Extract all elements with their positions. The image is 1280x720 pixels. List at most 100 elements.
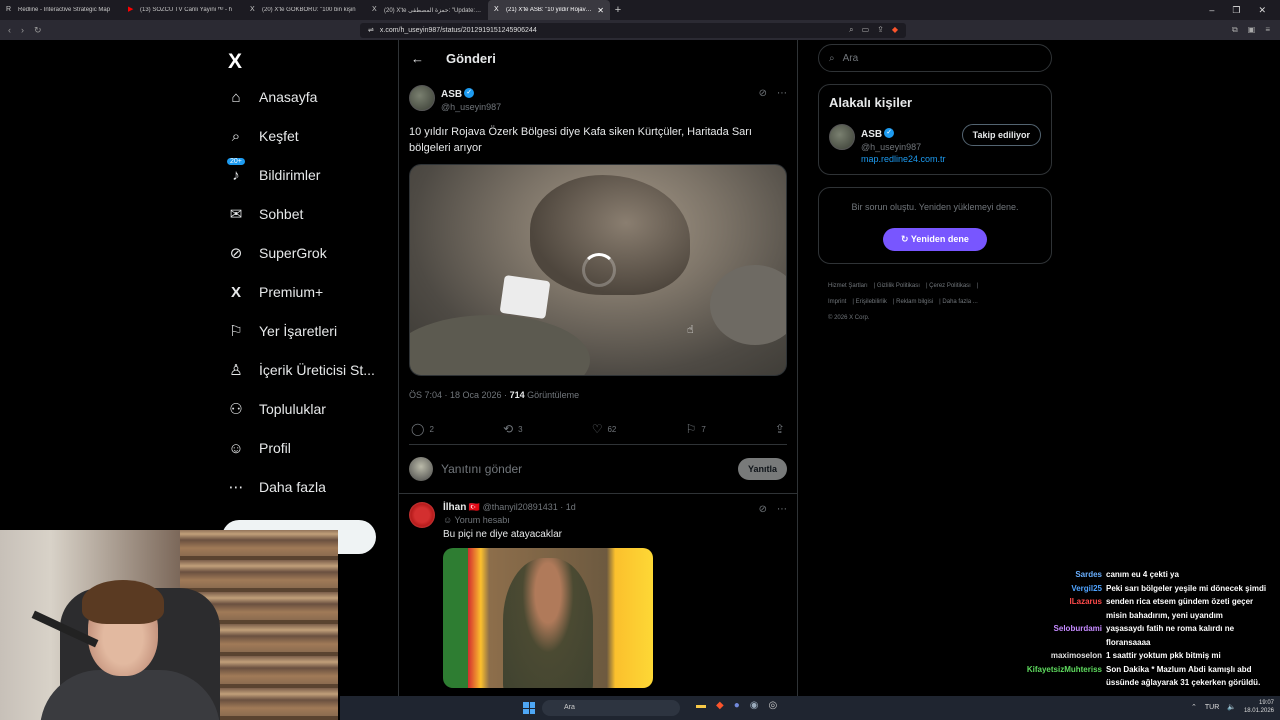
reply-image[interactable] [443, 548, 653, 688]
x-favicon-icon: X [372, 6, 377, 13]
verified-badge-icon: ✓ [884, 127, 895, 138]
video-ice-cube [499, 274, 551, 320]
nav-supergrok[interactable]: ⊘ SuperGrok [227, 244, 327, 262]
footer-link[interactable]: Gizlilik Politikası [877, 283, 920, 289]
avatar[interactable] [409, 85, 435, 111]
avatar[interactable] [829, 124, 855, 150]
browser-tab-hamza[interactable]: X (20) X'te حمزة المصطفى: "Update: Bo [366, 0, 488, 20]
wallet-icon[interactable]: ▣ [1248, 25, 1256, 35]
error-panel: Bir sorun oluştu. Yeniden yüklemeyi dene… [818, 187, 1052, 264]
forward-icon[interactable]: › [21, 25, 24, 36]
site-info-icon[interactable]: ⇌ [368, 26, 374, 34]
address-field[interactable]: ⇌ x.com/h_useyin987/status/2012919151245… [360, 22, 906, 38]
nav-explore[interactable]: ⌕ Keşfet [227, 127, 299, 145]
brave-shield-icon[interactable]: ◆ [892, 25, 898, 35]
main-tweet: ASB ✓ @h_useyin987 ⊘ ⋯ 10 yıldır Rojava Öz… [399, 76, 797, 445]
page-title: Gönderi [446, 50, 496, 66]
footer-link[interactable]: Çerez Politikası [929, 283, 971, 289]
search-input[interactable]: ⌕ Ara [818, 44, 1052, 72]
grok-icon[interactable]: ⊘ [759, 504, 767, 515]
following-button[interactable]: Takip ediliyor [961, 124, 1041, 146]
file-explorer-icon[interactable]: ▬ [696, 700, 706, 711]
nav-more[interactable]: ⋯ Daha fazla [227, 478, 326, 496]
x-logo-icon[interactable]: X [228, 50, 242, 74]
reply-button[interactable]: ◯ 2 [411, 422, 434, 436]
nav-creator-studio[interactable]: ♙ İçerik Üreticisi St... [227, 361, 375, 379]
author-handle[interactable]: @h_useyin987 [441, 102, 501, 112]
tweet-timestamp[interactable]: ÖS 7:04 · 18 Oca 2026 · [409, 390, 510, 400]
chat-message: KifayetsizMuhteriss Son Dakika * Mazlum A… [1026, 664, 1261, 688]
author-name[interactable]: ASB [441, 89, 462, 100]
close-tab-icon[interactable]: ✕ [597, 6, 604, 15]
clock[interactable]: 19:07 18.01.2026 [1244, 699, 1274, 715]
screen-icon[interactable]: ▭ [862, 25, 870, 35]
repost-button[interactable]: ⟲ 3 [503, 422, 523, 436]
reload-icon[interactable]: ↻ [34, 25, 42, 36]
share-button[interactable]: ⇪ [775, 422, 785, 436]
volume-icon[interactable]: 🔈 [1227, 703, 1236, 711]
nav-premium[interactable]: X Premium+ [227, 283, 323, 301]
steam-icon[interactable]: ◉ [750, 700, 759, 711]
reply-input[interactable]: Yanıtını gönder [441, 462, 730, 476]
new-tab-button[interactable]: + [610, 4, 626, 16]
more-options-icon[interactable]: ⋯ [777, 504, 787, 515]
browser-tab-gokboru[interactable]: X (20) X'te GÖKBÖRÜ: "100 bin kişin [244, 0, 366, 20]
nav-notifications[interactable]: ♪ 20+ Bildirimler [227, 158, 320, 184]
nav-bookmarks[interactable]: ⚐ Yer İşaretleri [227, 322, 337, 340]
reply-author-handle[interactable]: @thanyil20891431 · 1d [483, 502, 576, 512]
related-person[interactable]: ASB ✓ @h_useyin987 map.redline24.com.tr T… [829, 124, 1041, 164]
like-button[interactable]: ♡ 62 [592, 422, 617, 436]
refresh-icon: ↻ [901, 234, 909, 244]
browser-tab-sozcu[interactable]: ▶ (13) SÖZCÜ TV Canlı Yayını ᴴᴰ - h [122, 0, 244, 20]
footer-link[interactable]: Hizmet Şartları [828, 283, 868, 289]
extensions-icon[interactable]: ⧉ [1232, 25, 1238, 35]
browser-tab-asb[interactable]: X (21) X'te ASB: "10 yıldır Rojava Ö ✕ [488, 0, 610, 20]
nav-home[interactable]: ⌂ Anasayfa [227, 88, 317, 106]
footer-link[interactable]: Reklam bilgisi [896, 299, 933, 305]
maximize-icon[interactable]: ❐ [1232, 5, 1240, 16]
reply-account-label: Yorum hesabı [454, 515, 510, 525]
streamer-hair [82, 580, 164, 624]
reply-submit-button[interactable]: Yanıtla [737, 458, 787, 480]
zoom-icon[interactable]: ⌕ [849, 25, 853, 35]
tray-arrow-icon[interactable]: ⌃ [1191, 703, 1197, 711]
nav-profile[interactable]: ☺ Profil [227, 439, 291, 457]
view-count: 714 [509, 390, 525, 400]
footer-link[interactable]: Daha fazla ... [942, 299, 977, 305]
menu-icon[interactable]: ≡ [1265, 25, 1270, 35]
footer-link[interactable]: Imprint [828, 299, 846, 305]
flag-icon: 🇹🇷 [468, 502, 481, 512]
start-button[interactable] [523, 702, 535, 714]
taskbar-search[interactable]: Ara [542, 700, 680, 716]
video-rock [710, 265, 786, 345]
url-text[interactable]: x.com/h_useyin987/status/201291915124590… [380, 27, 843, 34]
profile-link[interactable]: map.redline24.com.tr [861, 154, 946, 164]
chat-message: Vergil25 Peki sarı bölgeler yeşile mi dön… [1071, 583, 1267, 593]
back-icon[interactable]: ‹ [8, 25, 11, 36]
discord-icon[interactable]: ● [734, 700, 740, 711]
footer-link[interactable]: Erişilebilirlik [856, 299, 887, 305]
nav-communities[interactable]: ⚇ Topluluklar [227, 400, 326, 418]
close-window-icon[interactable]: ✕ [1258, 5, 1266, 16]
brave-browser-icon[interactable]: ◆ [716, 700, 724, 711]
footer-links: Hizmet Şartları | Gizlilik Politikası | Çe… [828, 283, 979, 321]
video-rock [410, 315, 590, 375]
tweet-action-bar: ◯ 2 ⟲ 3 ♡ 62 ⚐ 7 ⇪ [409, 400, 787, 445]
bookmark-button[interactable]: ⚐ 7 [686, 422, 706, 436]
browser-url-bar: ‹ › ↻ ⇌ x.com/h_useyin987/status/201291915… [0, 20, 1280, 40]
retry-button[interactable]: ↻ Yeniden dene [883, 228, 987, 251]
reply-author-name[interactable]: İlhan [443, 502, 466, 513]
avatar[interactable] [409, 502, 435, 528]
browser-tab-redline[interactable]: R Redline - Interactive Strategic Map [0, 0, 122, 20]
share-icon[interactable]: ⇪ [877, 25, 884, 35]
back-arrow-icon[interactable]: ← [411, 51, 424, 66]
chat-message: Sardes canım eu 4 çekti ya [1075, 570, 1179, 579]
minimize-icon[interactable]: – [1209, 5, 1214, 16]
language-indicator[interactable]: TUR [1205, 704, 1219, 711]
tweet-video[interactable]: ☝ [409, 164, 787, 376]
nav-chat[interactable]: ✉ Sohbet [227, 205, 304, 223]
avatar [409, 457, 433, 481]
grok-icon[interactable]: ⊘ [759, 88, 767, 99]
more-options-icon[interactable]: ⋯ [777, 88, 787, 99]
obs-icon[interactable]: ◎ [768, 700, 777, 711]
